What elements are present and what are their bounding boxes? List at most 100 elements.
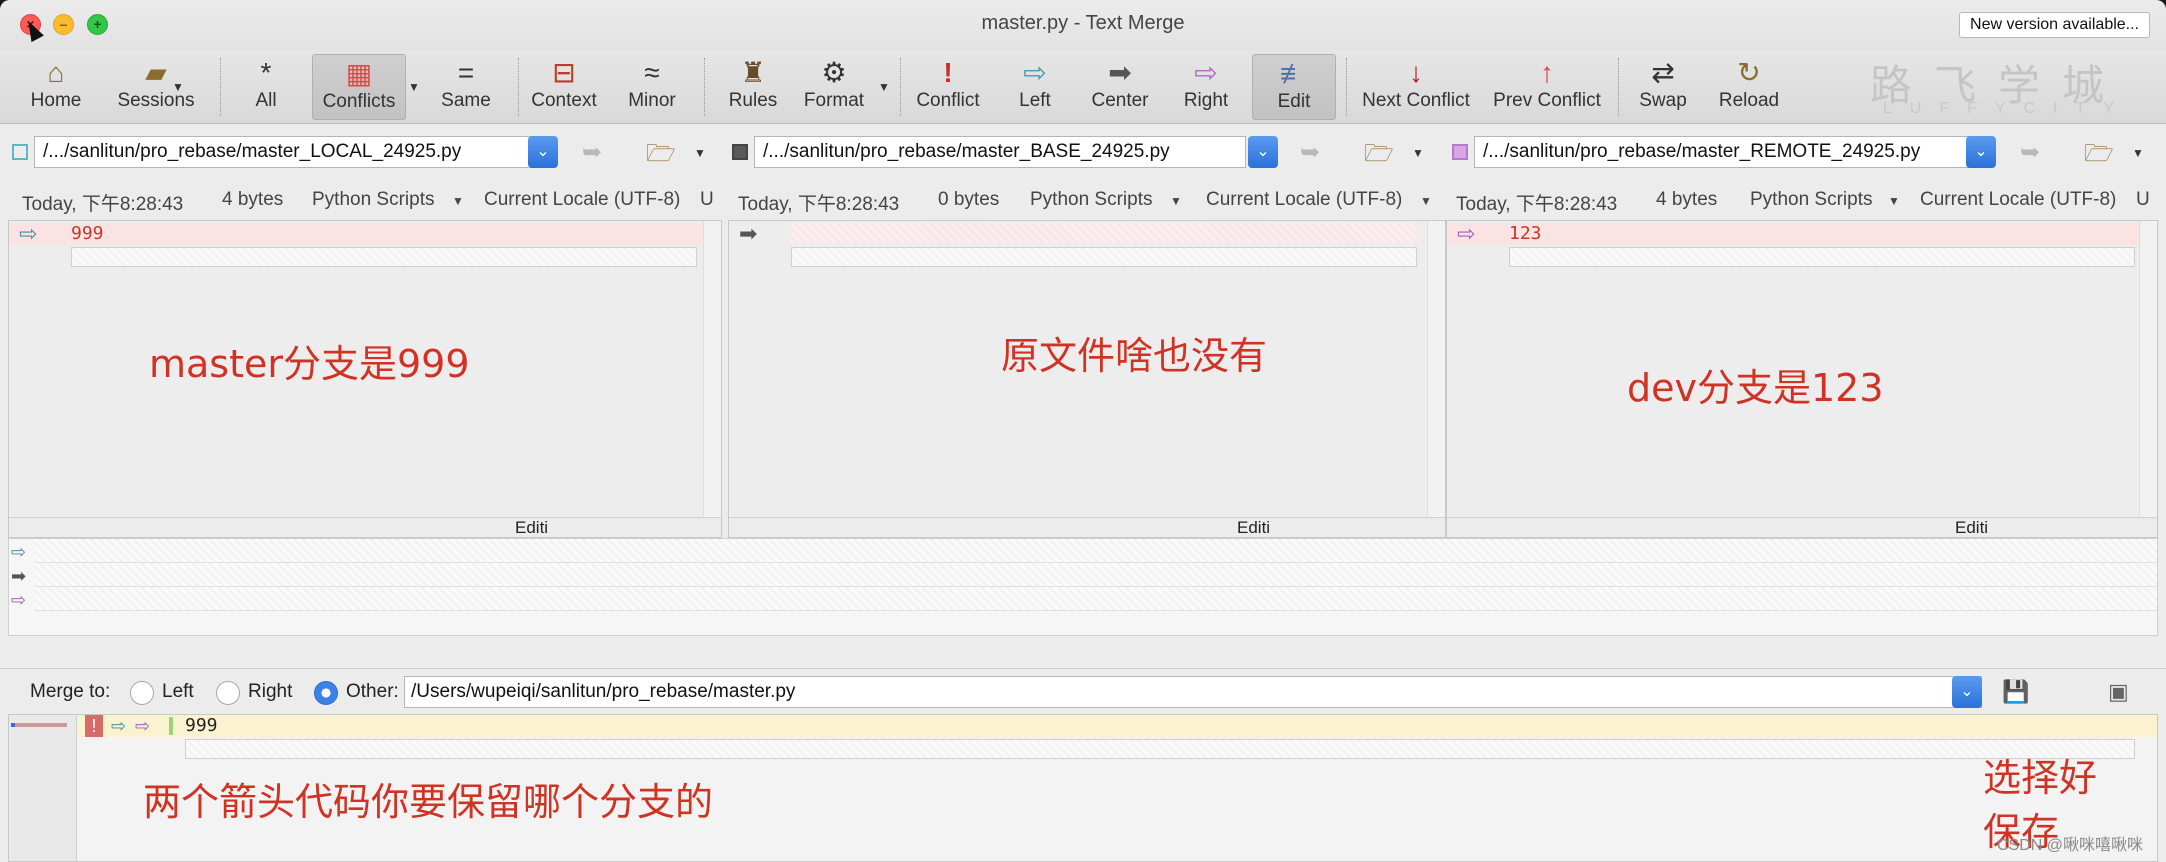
- toolbar-separator: [900, 58, 901, 116]
- local-scrollbar[interactable]: [703, 221, 721, 519]
- remote-format-select[interactable]: Python Scripts: [1750, 189, 1873, 211]
- remote-encoding-select[interactable]: Current Locale (UTF-8): [1920, 189, 2116, 211]
- format-label: Format: [803, 90, 865, 111]
- context-button[interactable]: ⊟ Context: [528, 54, 600, 120]
- base-color-swatch: [732, 144, 748, 160]
- local-encoding-select[interactable]: Current Locale (UTF-8): [484, 189, 680, 211]
- local-format-select[interactable]: Python Scripts: [312, 189, 435, 211]
- base-encoding-select[interactable]: Current Locale (UTF-8): [1206, 189, 1402, 211]
- right-arrow-icon: ⇨: [1194, 57, 1218, 88]
- base-folder-dropdown-icon[interactable]: ▼: [1412, 146, 1424, 160]
- merge-path-dropdown[interactable]: ⌄: [1952, 676, 1982, 708]
- merge-other-radio[interactable]: [314, 681, 338, 705]
- all-button[interactable]: * All: [234, 54, 298, 120]
- rules-label: Rules: [728, 90, 778, 111]
- next-conflict-button[interactable]: ↓ Next Conflict: [1354, 54, 1478, 120]
- next-conflict-label: Next Conflict: [1362, 90, 1470, 111]
- output-conflict-icon[interactable]: !: [85, 715, 103, 737]
- conflicts-button[interactable]: ▦ Conflicts: [312, 54, 406, 120]
- overview-base-arrow-icon[interactable]: ➡: [11, 565, 26, 587]
- local-editor-pane[interactable]: ⇨ 999 master分支是999 Editi: [8, 220, 722, 538]
- left-button[interactable]: ⇨ Left: [1000, 54, 1070, 120]
- base-status-bar: Editi: [729, 517, 1445, 537]
- overview-remote-line: [35, 587, 2157, 611]
- overview-local-arrow-icon[interactable]: ⇨: [11, 541, 26, 563]
- left-label: Left: [1019, 90, 1051, 111]
- reload-button[interactable]: ↻ Reload: [1710, 54, 1788, 120]
- merge-output-path-field[interactable]: /Users/wupeiqi/sanlitun/pro_rebase/maste…: [404, 676, 1982, 708]
- panel-layout-icon[interactable]: ▣: [2108, 679, 2129, 705]
- local-edit-status: Editi: [515, 518, 549, 537]
- conflicts-dropdown-icon[interactable]: ▼: [408, 80, 420, 94]
- minor-button[interactable]: ≈ Minor: [620, 54, 684, 120]
- edit-button[interactable]: ≢ Edit: [1252, 54, 1336, 120]
- overview-base-line: [35, 563, 2157, 587]
- format-dropdown-icon[interactable]: ▼: [878, 80, 890, 94]
- remote-scrollbar[interactable]: [2139, 221, 2157, 519]
- sessions-dropdown-icon[interactable]: ▼: [172, 80, 184, 94]
- prev-conflict-label: Prev Conflict: [1493, 90, 1601, 111]
- base-scrollbar[interactable]: [1427, 221, 1445, 519]
- swap-icon: ⇄: [1651, 57, 1675, 88]
- center-button[interactable]: ➡ Center: [1080, 54, 1160, 120]
- equals-icon: =: [457, 57, 475, 88]
- asterisk-icon: *: [260, 57, 272, 88]
- base-folder-icon[interactable]: 🗁: [1364, 136, 1394, 177]
- merge-to-bar: Merge to: Left Right Other: /Users/wupei…: [0, 668, 2166, 714]
- context-icon: ⊟: [552, 57, 576, 88]
- base-path-dropdown[interactable]: ⌄: [1248, 136, 1278, 168]
- local-path-dropdown[interactable]: ⌄: [528, 136, 558, 168]
- swap-button[interactable]: ⇄ Swap: [1630, 54, 1696, 120]
- output-take-right-arrow-icon[interactable]: ⇨: [135, 715, 150, 737]
- local-folder-icon[interactable]: 🗁: [646, 136, 676, 177]
- home-button[interactable]: ⌂ Home: [14, 54, 98, 120]
- local-left-arrow-icon[interactable]: ⇨: [19, 223, 37, 245]
- right-button[interactable]: ⇨ Right: [1170, 54, 1242, 120]
- save-icon[interactable]: 💾: [2002, 679, 2029, 705]
- prev-conflict-button[interactable]: ↑ Prev Conflict: [1486, 54, 1608, 120]
- base-editor-pane[interactable]: ➡ 原文件啥也没有 Editi: [728, 220, 1446, 538]
- rules-button[interactable]: ♜ Rules: [718, 54, 788, 120]
- same-button[interactable]: = Same: [430, 54, 502, 120]
- remote-path-field[interactable]: /.../sanlitun/pro_rebase/master_REMOTE_2…: [1474, 136, 1986, 168]
- new-version-button[interactable]: New version available...: [1959, 12, 2150, 38]
- base-encoding-dropdown-icon[interactable]: ▼: [1420, 194, 1432, 208]
- three-way-overview[interactable]: ⇨ ➡ ⇨: [8, 538, 2158, 636]
- remote-folder-icon[interactable]: 🗁: [2084, 136, 2114, 177]
- conflicts-label: Conflicts: [322, 91, 396, 112]
- local-folder-dropdown-icon[interactable]: ▼: [694, 146, 706, 160]
- local-date: Today, 下午8:28:43: [22, 194, 184, 215]
- overview-remote-arrow-icon[interactable]: ⇨: [11, 589, 26, 611]
- local-path-field[interactable]: /.../sanlitun/pro_rebase/master_LOCAL_24…: [34, 136, 550, 168]
- base-format-dropdown-icon[interactable]: ▼: [1170, 194, 1182, 208]
- base-center-arrow-icon[interactable]: ➡: [739, 223, 757, 245]
- base-diff-line: [791, 223, 1417, 243]
- merge-output-pane[interactable]: ! ⇨ ⇨ 999 两个箭头代码你要保留哪个分支的 选择好 保存 CSDN @啾…: [8, 714, 2158, 862]
- local-annotation: master分支是999: [149, 342, 470, 386]
- text-merge-window: × – + master.py - Text Merge New version…: [0, 0, 2166, 862]
- center-label: Center: [1091, 90, 1149, 111]
- remote-right-arrow-icon[interactable]: ⇨: [1457, 223, 1475, 245]
- remote-path-dropdown[interactable]: ⌄: [1966, 136, 1996, 168]
- output-take-left-arrow-icon[interactable]: ⇨: [111, 715, 126, 737]
- main-toolbar: ⌂ Home ▰ Sessions ▼ * All ▦ Conflicts ▼ …: [0, 50, 2166, 124]
- remote-goto-icon: ➥: [2020, 139, 2041, 166]
- base-path-field[interactable]: /.../sanlitun/pro_rebase/master_BASE_249…: [754, 136, 1246, 168]
- remote-placeholder-line: [1509, 247, 2135, 267]
- conflict-button[interactable]: ! Conflict: [908, 54, 988, 120]
- format-button[interactable]: ⚙ Format: [796, 54, 872, 120]
- base-placeholder-line: [791, 247, 1417, 267]
- conflict-label: Conflict: [916, 90, 980, 111]
- remote-folder-dropdown-icon[interactable]: ▼: [2132, 146, 2144, 160]
- minor-label: Minor: [628, 90, 676, 111]
- remote-editor-pane[interactable]: ⇨ 123 dev分支是123 Editi: [1446, 220, 2158, 538]
- sessions-button[interactable]: ▰ Sessions: [108, 54, 204, 120]
- merge-left-radio[interactable]: [130, 681, 154, 705]
- output-placeholder-line: [185, 739, 2135, 759]
- remote-color-swatch: [1452, 144, 1468, 160]
- remote-format-dropdown-icon[interactable]: ▼: [1888, 194, 1900, 208]
- base-format-select[interactable]: Python Scripts: [1030, 189, 1153, 211]
- merge-right-radio[interactable]: [216, 681, 240, 705]
- remote-date: Today, 下午8:28:43: [1456, 194, 1618, 215]
- local-format-dropdown-icon[interactable]: ▼: [452, 194, 464, 208]
